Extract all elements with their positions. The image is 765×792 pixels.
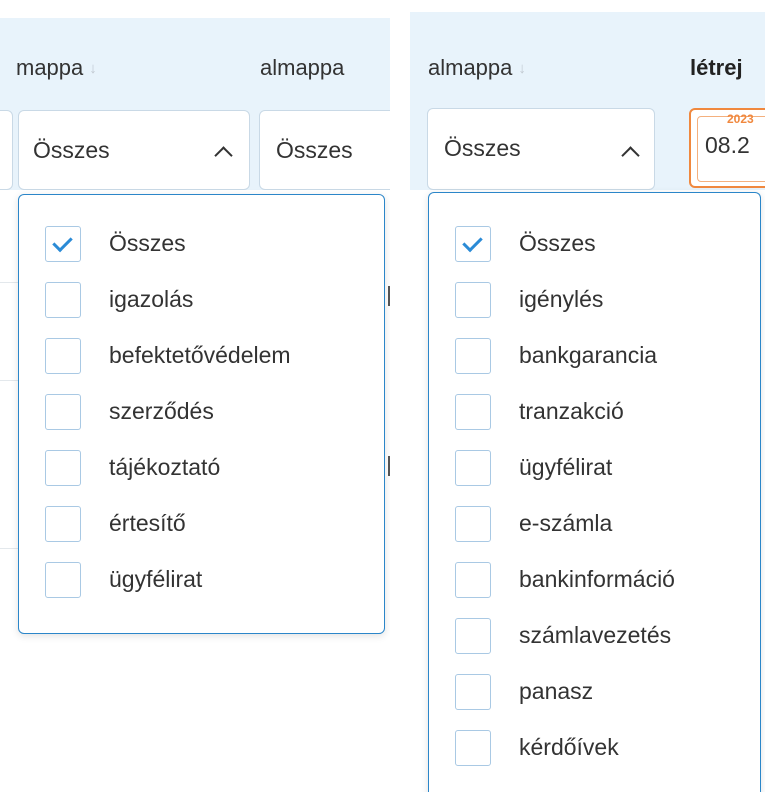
option-label: Összes xyxy=(519,230,596,256)
dropdown-option[interactable]: számlavezetés xyxy=(429,607,760,663)
mappa-dropdown-menu: Összes igazolás befektetővédelem szerződés t… xyxy=(18,194,385,634)
checkbox[interactable] xyxy=(455,338,491,374)
checkbox[interactable] xyxy=(455,282,491,318)
option-label: befektetővédelem xyxy=(109,342,291,368)
dropdown-option[interactable]: bankinformáció xyxy=(429,551,760,607)
dropdown-option[interactable]: e-számla xyxy=(429,495,760,551)
mappa-filter-select[interactable]: Összes xyxy=(18,110,250,190)
option-label: kérdőívek xyxy=(519,734,619,760)
checkbox[interactable] xyxy=(455,450,491,486)
dropdown-option[interactable]: igénylés xyxy=(429,271,760,327)
date-year-label: 2023 xyxy=(727,112,754,126)
left-panel: mappa ↓ almappa Összes Összes Összes igazo… xyxy=(0,0,390,792)
select-value: Összes xyxy=(33,137,110,163)
almappa-dropdown-menu: Összes igénylés bankgarancia tranzakció ügyf… xyxy=(428,192,761,792)
checkbox[interactable] xyxy=(455,674,491,710)
column-header-almappa[interactable]: almappa ↓ xyxy=(428,55,526,81)
checkbox[interactable] xyxy=(45,562,81,598)
table-cell-fragment xyxy=(388,286,390,306)
checkbox[interactable] xyxy=(45,450,81,486)
table-cell-fragment xyxy=(388,456,390,476)
dropdown-option[interactable]: Összes xyxy=(19,215,384,271)
checkbox[interactable] xyxy=(455,506,491,542)
almappa-filter-select[interactable]: Összes xyxy=(259,110,390,190)
option-label: bankinformáció xyxy=(519,566,675,592)
checkbox[interactable] xyxy=(45,394,81,430)
checkbox[interactable] xyxy=(455,562,491,598)
date-value: 08.2 xyxy=(705,132,750,158)
checkbox[interactable] xyxy=(45,338,81,374)
option-label: ügyfélirat xyxy=(109,566,203,592)
dropdown-option[interactable]: tranzakció xyxy=(429,383,760,439)
dropdown-option[interactable]: tájékoztató xyxy=(19,439,384,495)
dropdown-option[interactable]: szerződés xyxy=(19,383,384,439)
option-label: panasz xyxy=(519,678,594,704)
right-panel: almappa ↓ létrej Összes 2023 08.2 Összes i… xyxy=(410,0,765,792)
sort-arrow-down-icon[interactable]: ↓ xyxy=(518,60,526,77)
previous-filter-select[interactable] xyxy=(0,110,13,190)
dropdown-option[interactable]: befektetővédelem xyxy=(19,327,384,383)
checkbox-checked[interactable] xyxy=(455,226,491,262)
column-header-label: almappa xyxy=(428,55,513,80)
option-label: bankgarancia xyxy=(519,342,658,368)
checkbox[interactable] xyxy=(455,394,491,430)
checkbox-checked[interactable] xyxy=(45,226,81,262)
option-label: tájékoztató xyxy=(109,454,221,480)
column-header-label: létrej xyxy=(690,55,743,80)
chevron-up-icon[interactable] xyxy=(214,146,233,165)
dropdown-option[interactable]: Összes xyxy=(429,215,760,271)
dropdown-option[interactable]: bankgarancia xyxy=(429,327,760,383)
dropdown-option[interactable]: panasz xyxy=(429,663,760,719)
sort-arrow-down-icon[interactable]: ↓ xyxy=(89,60,97,77)
option-label: igénylés xyxy=(519,286,604,312)
row-divider xyxy=(0,282,18,283)
option-label: számlavezetés xyxy=(519,622,672,648)
checkbox[interactable] xyxy=(45,282,81,318)
dropdown-option[interactable]: ügyfélirat xyxy=(429,439,760,495)
option-label: igazolás xyxy=(109,286,194,312)
option-label: ügyfélirat xyxy=(519,454,613,480)
checkbox[interactable] xyxy=(45,506,81,542)
almappa-filter-select[interactable]: Összes xyxy=(427,108,655,190)
chevron-up-icon[interactable] xyxy=(621,146,640,165)
column-header-label: almappa xyxy=(260,55,345,80)
option-label: tranzakció xyxy=(519,398,624,424)
column-header-letrehozva[interactable]: létrej xyxy=(690,55,743,81)
dropdown-option[interactable]: ügyfélirat xyxy=(19,551,384,607)
dropdown-option[interactable]: értesítő xyxy=(19,495,384,551)
row-divider xyxy=(0,380,18,381)
row-divider xyxy=(0,548,18,549)
checkbox[interactable] xyxy=(455,618,491,654)
checkbox[interactable] xyxy=(455,730,491,766)
option-label: értesítő xyxy=(109,510,186,536)
dropdown-option[interactable]: kérdőívek xyxy=(429,719,760,775)
column-header-mappa[interactable]: mappa ↓ xyxy=(16,55,97,81)
select-value: Összes xyxy=(276,137,353,163)
dropdown-option[interactable]: igazolás xyxy=(19,271,384,327)
option-label: Összes xyxy=(109,230,186,256)
date-filter-input[interactable]: 2023 08.2 xyxy=(689,108,765,188)
option-label: e-számla xyxy=(519,510,613,536)
option-label: szerződés xyxy=(109,398,214,424)
column-header-label: mappa xyxy=(16,55,84,80)
column-header-almappa[interactable]: almappa xyxy=(260,55,344,81)
select-value: Összes xyxy=(444,135,521,161)
